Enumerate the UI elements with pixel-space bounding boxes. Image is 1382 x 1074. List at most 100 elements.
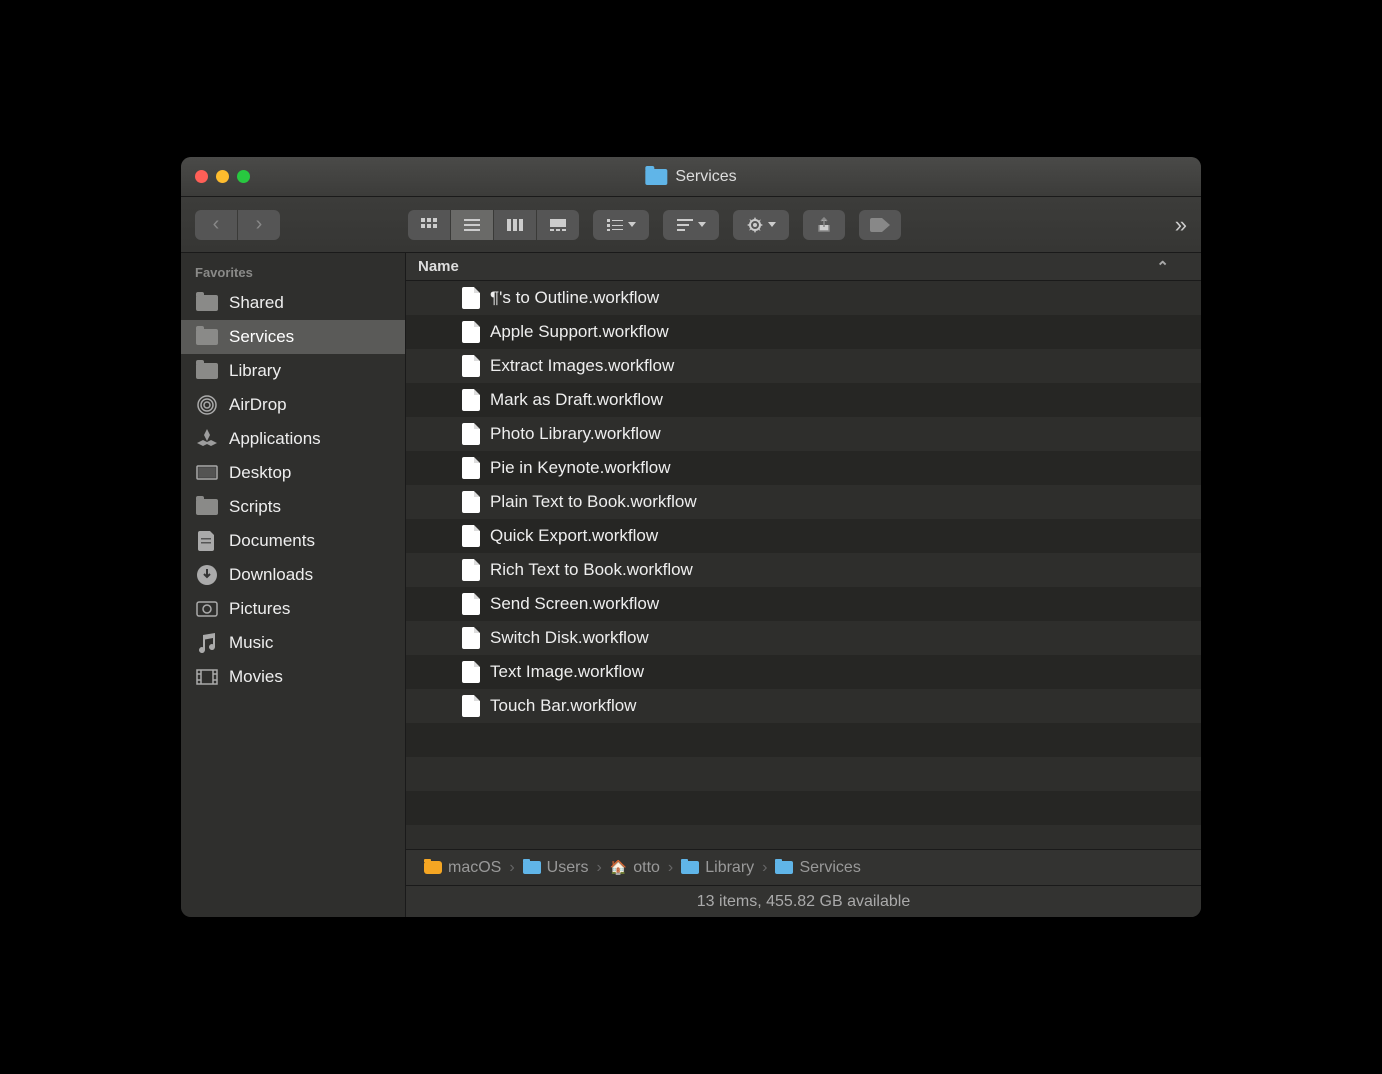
column-view-button[interactable] [494,210,536,240]
folder-icon [195,293,219,313]
empty-row [406,757,1201,791]
document-icon [462,389,480,411]
file-row[interactable]: ¶'s to Outline.workflow [406,281,1201,315]
sidebar: Favorites Shared Services Library AirDrop Ap… [181,253,406,917]
path-separator: › [509,859,514,877]
sidebar-item-services[interactable]: Services [181,320,405,354]
file-name: Plain Text to Book.workflow [490,492,697,512]
sidebar-item-downloads[interactable]: Downloads [181,558,405,592]
share-button[interactable] [803,210,845,240]
column-header[interactable]: Name ⌃ [406,253,1201,281]
minimize-button[interactable] [216,170,229,183]
file-row[interactable]: Apple Support.workflow [406,315,1201,349]
path-label: Users [547,859,589,877]
document-icon [462,695,480,717]
path-separator: › [668,859,673,877]
file-row[interactable]: Extract Images.workflow [406,349,1201,383]
tags-button[interactable] [859,210,901,240]
file-name: Send Screen.workflow [490,594,659,614]
file-name: Photo Library.workflow [490,424,661,444]
sidebar-item-label: Library [229,361,281,381]
file-row[interactable]: Text Image.workflow [406,655,1201,689]
music-icon [195,633,219,653]
sort-caret-icon: ⌃ [1156,258,1189,276]
path-separator: › [762,859,767,877]
icon-view-button[interactable] [408,210,450,240]
status-bar: 13 items, 455.82 GB available [406,885,1201,917]
file-row[interactable]: Quick Export.workflow [406,519,1201,553]
document-icon [462,457,480,479]
path-item-macos[interactable]: macOS [424,859,501,877]
path-separator: › [596,859,601,877]
sidebar-item-pictures[interactable]: Pictures [181,592,405,626]
pictures-icon [195,599,219,619]
empty-row [406,723,1201,757]
close-button[interactable] [195,170,208,183]
sidebar-item-scripts[interactable]: Scripts [181,490,405,524]
document-icon [462,491,480,513]
sidebar-item-label: Services [229,327,294,347]
maximize-button[interactable] [237,170,250,183]
path-item-otto[interactable]: 🏠otto [610,859,660,877]
sidebar-item-label: Shared [229,293,284,313]
sidebar-item-library[interactable]: Library [181,354,405,388]
back-button[interactable]: ‹ [195,210,237,240]
sidebar-item-airdrop[interactable]: AirDrop [181,388,405,422]
sidebar-item-documents[interactable]: Documents [181,524,405,558]
file-row[interactable]: Touch Bar.workflow [406,689,1201,723]
title-text: Services [675,168,736,186]
path-item-users[interactable]: Users [523,859,589,877]
path-label: macOS [448,859,501,877]
sidebar-section-header: Favorites [181,259,405,286]
sidebar-item-applications[interactable]: Applications [181,422,405,456]
file-row[interactable]: Mark as Draft.workflow [406,383,1201,417]
file-name: Extract Images.workflow [490,356,674,376]
finder-window: Services ‹ › [181,157,1201,917]
sidebar-item-label: Movies [229,667,283,687]
document-icon [462,559,480,581]
sort-control[interactable] [663,210,719,240]
path-item-library[interactable]: Library [681,859,754,877]
file-row[interactable]: Pie in Keynote.workflow [406,451,1201,485]
sidebar-item-shared[interactable]: Shared [181,286,405,320]
path-label: otto [633,859,660,877]
nav-group: ‹ › [195,210,280,240]
file-row[interactable]: Send Screen.workflow [406,587,1201,621]
action-menu[interactable] [733,210,789,240]
sidebar-item-music[interactable]: Music [181,626,405,660]
status-text: 13 items, 455.82 GB available [697,893,910,911]
main-panel: Name ⌃ ¶'s to Outline.workflowApple Supp… [406,253,1201,917]
view-group [408,210,579,240]
list-view-button[interactable] [451,210,493,240]
desktop-icon [195,463,219,483]
path-label: Services [799,859,860,877]
window-controls [195,170,250,183]
gallery-view-button[interactable] [537,210,579,240]
sidebar-item-label: Music [229,633,273,653]
path-item-services[interactable]: Services [775,859,860,877]
sidebar-item-desktop[interactable]: Desktop [181,456,405,490]
overflow-button[interactable]: » [1175,212,1187,238]
movies-icon [195,667,219,687]
document-icon [462,321,480,343]
sidebar-item-label: AirDrop [229,395,287,415]
file-row[interactable]: Rich Text to Book.workflow [406,553,1201,587]
empty-row [406,791,1201,825]
titlebar: Services [181,157,1201,197]
file-row[interactable]: Plain Text to Book.workflow [406,485,1201,519]
document-icon [462,423,480,445]
sidebar-item-movies[interactable]: Movies [181,660,405,694]
file-row[interactable]: Switch Disk.workflow [406,621,1201,655]
document-icon [462,661,480,683]
folder-icon [195,327,219,347]
file-name: Rich Text to Book.workflow [490,560,693,580]
sidebar-item-label: Desktop [229,463,291,483]
toolbar: ‹ › [181,197,1201,253]
file-row[interactable]: Photo Library.workflow [406,417,1201,451]
group-by-control[interactable] [593,210,649,240]
apps-icon [195,429,219,449]
file-list[interactable]: ¶'s to Outline.workflowApple Support.wor… [406,281,1201,849]
forward-button[interactable]: › [238,210,280,240]
file-name: Mark as Draft.workflow [490,390,663,410]
sidebar-item-label: Scripts [229,497,281,517]
